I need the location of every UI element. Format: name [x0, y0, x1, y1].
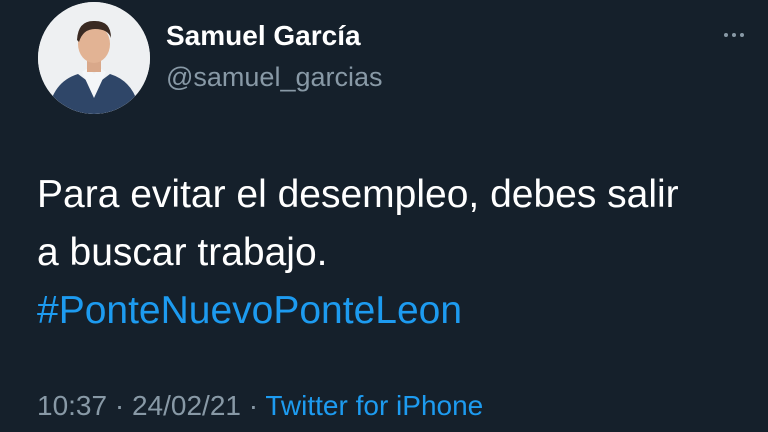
more-options-button[interactable] [712, 18, 756, 52]
user-handle[interactable]: @samuel_garcias [166, 62, 383, 93]
tweet-text-line: a buscar trabajo. [37, 231, 328, 274]
more-options-icon [724, 33, 744, 37]
tweet-card: Samuel García @samuel_garcias Para evita… [0, 0, 768, 432]
display-name[interactable]: Samuel García [166, 20, 361, 52]
separator-dot: · [107, 390, 132, 421]
tweet-date: 24/02/21 [131, 390, 241, 421]
separator-dot: · [240, 390, 266, 421]
tweet-time: 10:37 [37, 390, 108, 421]
tweet-text: Para evitar el desempleo, debes salir a … [37, 166, 757, 340]
avatar[interactable] [38, 2, 150, 114]
profile-photo-icon [38, 2, 150, 114]
tweet-text-line: Para evitar el desempleo, debes salir [37, 173, 679, 216]
tweet-metadata: 10:37 · 24/02/21 · Twitter for iPhone [37, 390, 483, 422]
hashtag-link[interactable]: #PonteNuevoPonteLeon [37, 282, 757, 340]
tweet-source-link[interactable]: Twitter for iPhone [265, 390, 483, 421]
